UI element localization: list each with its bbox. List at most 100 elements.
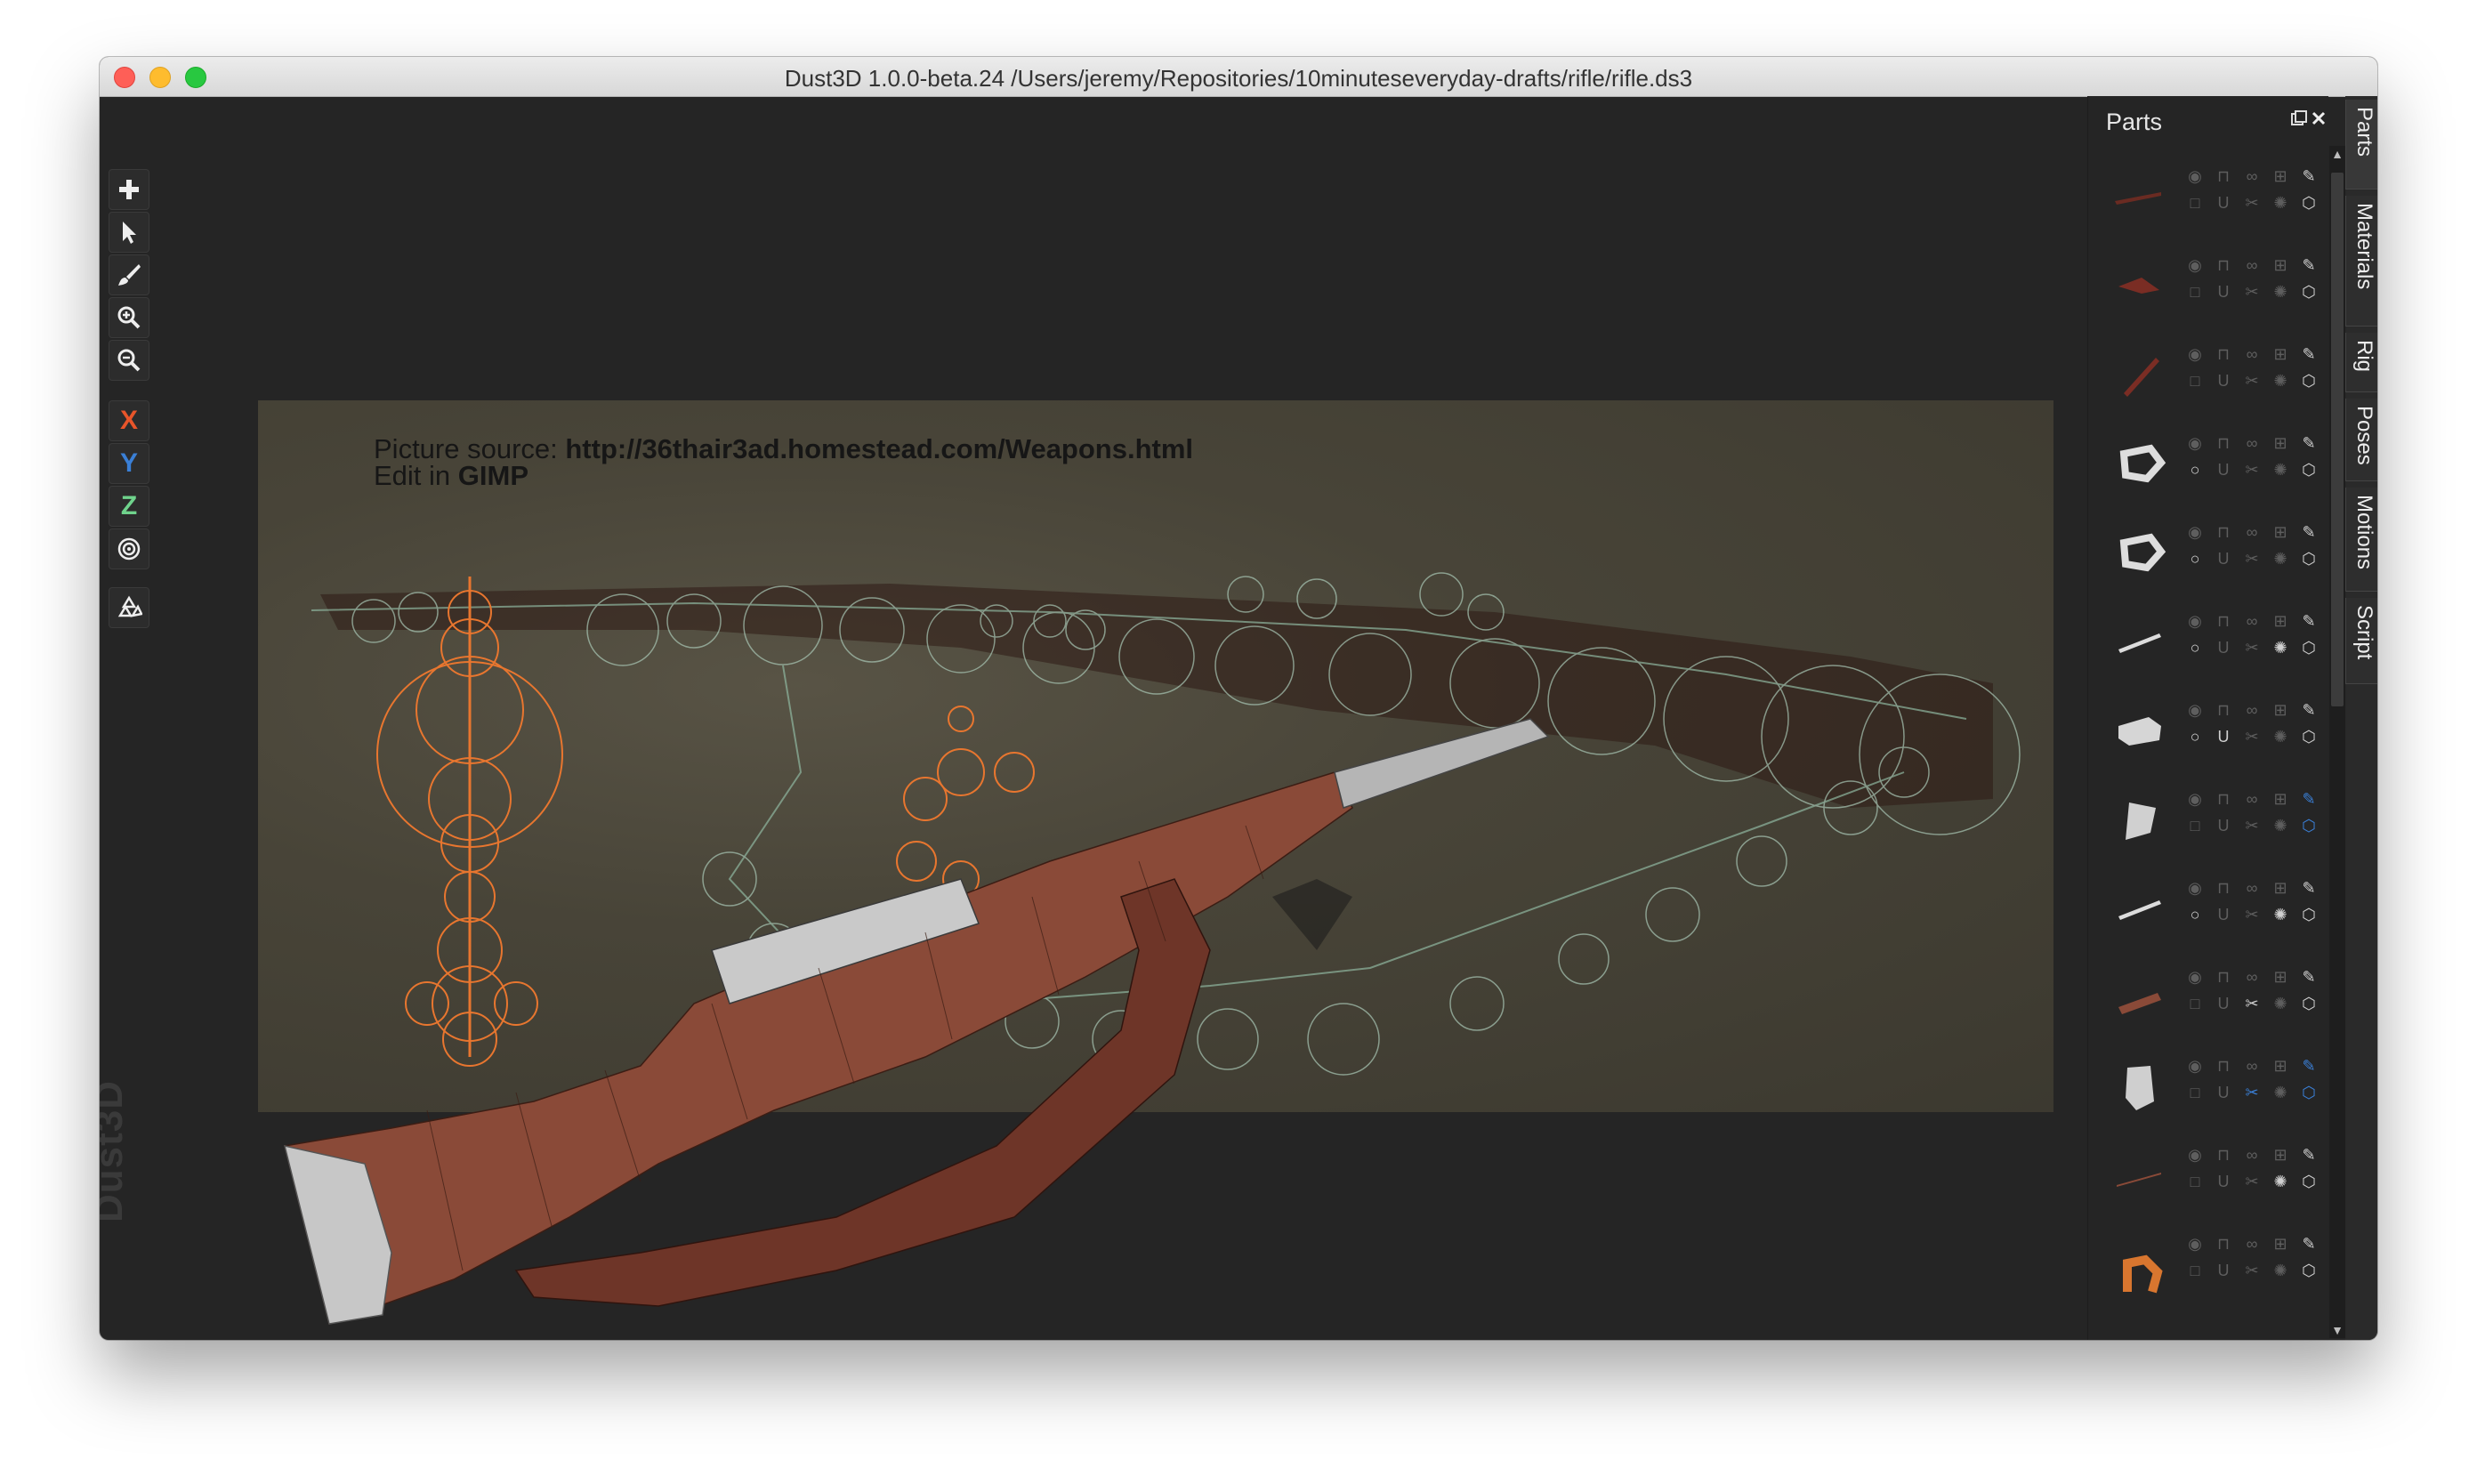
color-picker-icon[interactable]: ✎ xyxy=(2300,434,2318,452)
xmirror-toggle-icon[interactable]: U xyxy=(2215,372,2232,390)
visibility-toggle-icon[interactable]: ◉ xyxy=(2186,434,2204,452)
part-thumbnail[interactable] xyxy=(2106,607,2170,671)
part-row[interactable]: ◉ ⊓ ∞ ⊞ ✎ ○ U ✂ ✺ ⬡ xyxy=(2088,505,2316,594)
part-thumbnail[interactable] xyxy=(2106,518,2170,582)
x-axis-lock-button[interactable]: X xyxy=(109,400,149,441)
chamfer-toggle-icon[interactable]: ✂ xyxy=(2243,372,2261,390)
close-panel-button[interactable] xyxy=(2309,109,2328,128)
mesh-toggle-icon[interactable]: ⊞ xyxy=(2271,256,2289,274)
parts-scrollbar[interactable]: ▲ ▼ xyxy=(2329,146,2345,1338)
chamfer-toggle-icon[interactable]: ✂ xyxy=(2243,995,2261,1012)
z-axis-lock-button[interactable]: Z xyxy=(109,486,149,527)
chamfer-toggle-icon[interactable]: ✂ xyxy=(2243,906,2261,923)
chamfer-toggle-icon[interactable]: ✂ xyxy=(2243,639,2261,657)
side-tab-motions[interactable]: Motions xyxy=(2345,488,2377,592)
wrap-toggle-icon[interactable]: ⬡ xyxy=(2300,283,2318,301)
part-thumbnail[interactable] xyxy=(2106,963,2170,1027)
part-thumbnail[interactable] xyxy=(2106,1141,2170,1205)
xmirror-toggle-icon[interactable]: U xyxy=(2215,728,2232,746)
roundend-toggle-icon[interactable]: ✺ xyxy=(2271,1084,2289,1101)
radius-lock-button[interactable] xyxy=(109,528,149,569)
part-row[interactable]: ◉ ⊓ ∞ ⊞ ✎ □ U ✂ ✺ ⬡ xyxy=(2088,950,2316,1039)
wrap-toggle-icon[interactable]: ⬡ xyxy=(2300,1262,2318,1279)
part-row[interactable]: ◉ ⊓ ∞ ⊞ ✎ □ U ✂ ✺ ⬡ xyxy=(2088,772,2316,861)
chamfer-toggle-icon[interactable]: ✂ xyxy=(2243,461,2261,479)
xmirror-toggle-icon[interactable]: U xyxy=(2215,194,2232,212)
visibility-toggle-icon[interactable]: ◉ xyxy=(2186,1146,2204,1164)
scroll-down-arrow-icon[interactable]: ▼ xyxy=(2329,1322,2345,1338)
mesh-toggle-icon[interactable]: ⊞ xyxy=(2271,523,2289,541)
link-toggle-icon[interactable]: ∞ xyxy=(2243,256,2261,274)
zoom-in-button[interactable] xyxy=(109,297,149,338)
mesh-toggle-icon[interactable]: ⊞ xyxy=(2271,790,2289,808)
link-toggle-icon[interactable]: ∞ xyxy=(2243,790,2261,808)
xmirror-toggle-icon[interactable]: U xyxy=(2215,906,2232,923)
link-toggle-icon[interactable]: ∞ xyxy=(2243,434,2261,452)
color-picker-icon[interactable]: ✎ xyxy=(2300,523,2318,541)
lock-toggle-icon[interactable]: ⊓ xyxy=(2215,612,2232,630)
subdivision-toggle-icon[interactable]: □ xyxy=(2186,1262,2204,1279)
lock-toggle-icon[interactable]: ⊓ xyxy=(2215,790,2232,808)
roundend-toggle-icon[interactable]: ✺ xyxy=(2271,1173,2289,1190)
color-picker-icon[interactable]: ✎ xyxy=(2300,612,2318,630)
model-viewport[interactable]: Picture source: http://36thair3ad.homest… xyxy=(160,96,2087,1340)
roundend-toggle-icon[interactable]: ✺ xyxy=(2271,1262,2289,1279)
subdivision-toggle-icon[interactable]: □ xyxy=(2186,817,2204,835)
lock-toggle-icon[interactable]: ⊓ xyxy=(2215,1235,2232,1253)
part-thumbnail[interactable] xyxy=(2106,429,2170,493)
link-toggle-icon[interactable]: ∞ xyxy=(2243,1235,2261,1253)
subdivision-toggle-icon[interactable]: ○ xyxy=(2186,550,2204,568)
wrap-toggle-icon[interactable]: ⬡ xyxy=(2300,372,2318,390)
part-row[interactable]: ◉ ⊓ ∞ ⊞ ✎ □ U ✂ ✺ ⬡ xyxy=(2088,327,2316,416)
add-node-button[interactable] xyxy=(109,169,149,210)
zoom-out-button[interactable] xyxy=(109,340,149,381)
wrap-toggle-icon[interactable]: ⬡ xyxy=(2300,1173,2318,1190)
chamfer-toggle-icon[interactable]: ✂ xyxy=(2243,1173,2261,1190)
mesh-toggle-icon[interactable]: ⊞ xyxy=(2271,167,2289,185)
lock-toggle-icon[interactable]: ⊓ xyxy=(2215,434,2232,452)
visibility-toggle-icon[interactable]: ◉ xyxy=(2186,1057,2204,1075)
xmirror-toggle-icon[interactable]: U xyxy=(2215,1173,2232,1190)
part-row[interactable]: ◉ ⊓ ∞ ⊞ ✎ □ U ✂ ✺ ⬡ xyxy=(2088,149,2316,238)
lock-toggle-icon[interactable]: ⊓ xyxy=(2215,1146,2232,1164)
visibility-toggle-icon[interactable]: ◉ xyxy=(2186,256,2204,274)
mesh-toggle-icon[interactable]: ⊞ xyxy=(2271,968,2289,986)
link-toggle-icon[interactable]: ∞ xyxy=(2243,879,2261,897)
roundend-toggle-icon[interactable]: ✺ xyxy=(2271,995,2289,1012)
subdivision-toggle-icon[interactable]: □ xyxy=(2186,995,2204,1012)
scroll-up-arrow-icon[interactable]: ▲ xyxy=(2329,146,2345,162)
lock-toggle-icon[interactable]: ⊓ xyxy=(2215,167,2232,185)
visibility-toggle-icon[interactable]: ◉ xyxy=(2186,879,2204,897)
part-row[interactable]: ◉ ⊓ ∞ ⊞ ✎ □ U ✂ ✺ ⬡ xyxy=(2088,238,2316,327)
color-picker-icon[interactable]: ✎ xyxy=(2300,701,2318,719)
link-toggle-icon[interactable]: ∞ xyxy=(2243,1057,2261,1075)
part-row[interactable]: ◉ ⊓ ∞ ⊞ ✎ ○ U ✂ ✺ ⬡ xyxy=(2088,683,2316,772)
visibility-toggle-icon[interactable]: ◉ xyxy=(2186,1235,2204,1253)
subdivision-toggle-icon[interactable]: □ xyxy=(2186,372,2204,390)
color-picker-icon[interactable]: ✎ xyxy=(2300,968,2318,986)
y-axis-lock-button[interactable]: Y xyxy=(109,443,149,484)
xmirror-toggle-icon[interactable]: U xyxy=(2215,283,2232,301)
xmirror-toggle-icon[interactable]: U xyxy=(2215,1084,2232,1101)
link-toggle-icon[interactable]: ∞ xyxy=(2243,523,2261,541)
wrap-toggle-icon[interactable]: ⬡ xyxy=(2300,906,2318,923)
wrap-toggle-icon[interactable]: ⬡ xyxy=(2300,639,2318,657)
xmirror-toggle-icon[interactable]: U xyxy=(2215,550,2232,568)
roundend-toggle-icon[interactable]: ✺ xyxy=(2271,550,2289,568)
color-picker-icon[interactable]: ✎ xyxy=(2300,345,2318,363)
wrap-toggle-icon[interactable]: ⬡ xyxy=(2300,728,2318,746)
link-toggle-icon[interactable]: ∞ xyxy=(2243,968,2261,986)
visibility-toggle-icon[interactable]: ◉ xyxy=(2186,612,2204,630)
roundend-toggle-icon[interactable]: ✺ xyxy=(2271,817,2289,835)
mesh-toggle-icon[interactable]: ⊞ xyxy=(2271,879,2289,897)
subdivision-toggle-icon[interactable]: ○ xyxy=(2186,461,2204,479)
lock-toggle-icon[interactable]: ⊓ xyxy=(2215,345,2232,363)
roundend-toggle-icon[interactable]: ✺ xyxy=(2271,639,2289,657)
roundend-toggle-icon[interactable]: ✺ xyxy=(2271,372,2289,390)
xmirror-toggle-icon[interactable]: U xyxy=(2215,461,2232,479)
color-picker-icon[interactable]: ✎ xyxy=(2300,1235,2318,1253)
part-thumbnail[interactable] xyxy=(2106,1230,2170,1294)
color-picker-icon[interactable]: ✎ xyxy=(2300,790,2318,808)
select-tool-button[interactable] xyxy=(109,212,149,253)
chamfer-toggle-icon[interactable]: ✂ xyxy=(2243,194,2261,212)
